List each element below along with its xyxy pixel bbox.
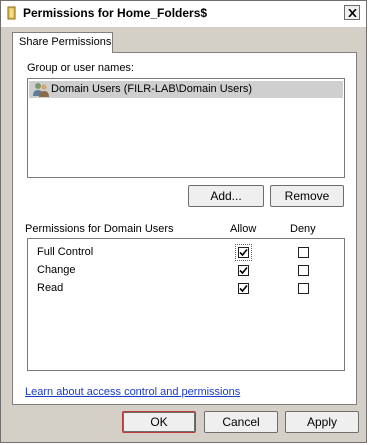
checkmark-icon bbox=[239, 248, 248, 257]
permissions-heading: Permissions for Domain Users bbox=[25, 223, 174, 235]
apply-button[interactable]: Apply bbox=[285, 411, 359, 433]
tab-label: Share Permissions bbox=[19, 36, 112, 48]
permission-name: Read bbox=[37, 282, 64, 294]
user-label: Domain Users (FILR-LAB\Domain Users) bbox=[51, 83, 253, 95]
deny-checkbox-change[interactable] bbox=[298, 265, 309, 276]
window-title: Permissions for Home_Folders$ bbox=[23, 6, 208, 20]
permissions-dialog: Permissions for Home_Folders$ Share Perm… bbox=[0, 0, 367, 443]
list-item[interactable]: Domain Users (FILR-LAB\Domain Users) bbox=[29, 81, 343, 98]
remove-button[interactable]: Remove bbox=[270, 185, 344, 207]
deny-checkbox-full-control[interactable] bbox=[298, 247, 309, 258]
allow-checkbox-change[interactable] bbox=[238, 265, 249, 276]
close-icon bbox=[348, 9, 357, 17]
ok-button[interactable]: OK bbox=[122, 411, 196, 433]
permission-row-full-control: Full Control bbox=[28, 243, 344, 261]
close-button[interactable] bbox=[344, 5, 360, 20]
user-list[interactable]: Domain Users (FILR-LAB\Domain Users) bbox=[27, 78, 345, 178]
deny-column-header: Deny bbox=[290, 223, 316, 235]
permission-row-change: Change bbox=[28, 261, 344, 279]
deny-checkbox-read[interactable] bbox=[298, 283, 309, 294]
permission-list: Full Control Change Read bbox=[27, 238, 345, 371]
title-bar[interactable]: Permissions for Home_Folders$ bbox=[1, 1, 366, 27]
checkmark-icon bbox=[239, 266, 248, 275]
allow-checkbox-read[interactable] bbox=[238, 283, 249, 294]
permission-row-read: Read bbox=[28, 279, 344, 297]
add-button[interactable]: Add... bbox=[188, 185, 264, 207]
allow-checkbox-full-control[interactable] bbox=[235, 244, 252, 261]
checkmark-icon bbox=[239, 284, 248, 293]
folder-icon bbox=[7, 6, 16, 20]
users-group-icon bbox=[33, 83, 49, 97]
tab-share-permissions[interactable]: Share Permissions bbox=[12, 32, 113, 53]
allow-column-header: Allow bbox=[230, 223, 257, 235]
permission-name: Change bbox=[37, 264, 76, 276]
group-names-heading: Group or user names: bbox=[27, 62, 134, 74]
permission-name: Full Control bbox=[37, 246, 94, 258]
cancel-button[interactable]: Cancel bbox=[204, 411, 278, 433]
help-link[interactable]: Learn about access control and permissio… bbox=[25, 386, 240, 398]
